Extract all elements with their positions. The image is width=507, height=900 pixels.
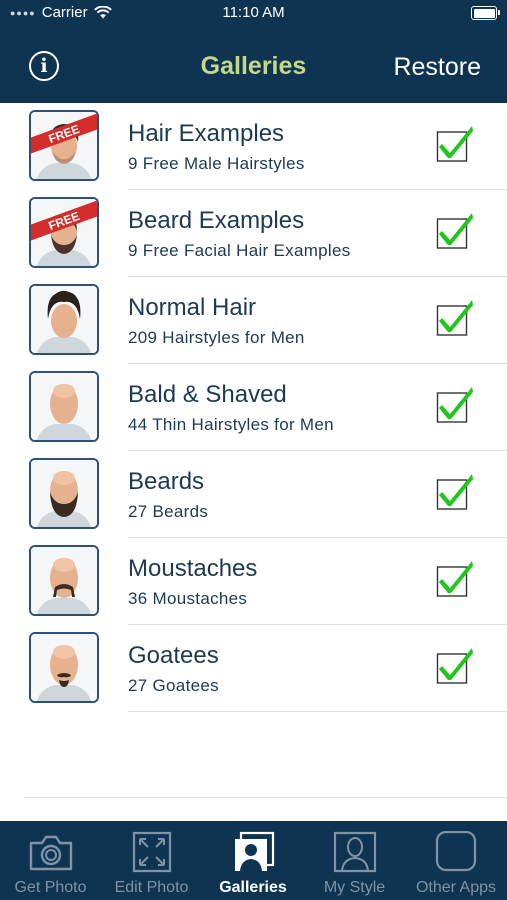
gallery-thumbnail — [29, 632, 99, 703]
tab-label: Galleries — [219, 879, 287, 896]
checkbox-checked-icon[interactable] — [436, 210, 476, 250]
gallery-thumbnail: FREE — [29, 110, 99, 181]
gallery-title: Beards — [128, 468, 205, 495]
checkbox-checked-icon[interactable] — [436, 123, 476, 163]
gallery-subtitle: 27 Beards — [128, 502, 209, 521]
tab-label: Other Apps — [415, 879, 497, 896]
tab-bar: Get Photo Edit Photo Galleries My Style … — [0, 821, 507, 900]
tab-galleries[interactable]: Galleries — [202, 821, 304, 900]
gallery-thumbnail: FREE — [29, 197, 99, 268]
tab-edit-photo[interactable]: Edit Photo — [101, 821, 202, 900]
gallery-row-normal-hair[interactable]: Normal Hair 209 Hairstyles for Men — [0, 277, 507, 364]
restore-button[interactable]: Restore — [393, 53, 481, 82]
gallery-row-goatees[interactable]: Goatees 27 Goatees — [0, 625, 507, 712]
checkbox-checked-icon[interactable] — [436, 471, 476, 511]
camera-icon — [29, 835, 72, 871]
gallery-subtitle: 9 Free Facial Hair Examples — [128, 241, 351, 260]
gallery-thumbnail — [29, 284, 99, 355]
gallery-subtitle: 44 Thin Hairstyles for Men — [128, 415, 334, 434]
checkbox-checked-icon[interactable] — [436, 645, 476, 685]
status-time: 11:10 AM — [222, 4, 285, 21]
gallery-row-bald-shaved[interactable]: Bald & Shaved 44 Thin Hairstyles for Men — [0, 364, 507, 451]
gallery-title: Beard Examples — [128, 207, 305, 234]
checkbox-checked-icon[interactable] — [436, 558, 476, 598]
gallery-subtitle: 36 Moustaches — [128, 589, 248, 608]
gallery-subtitle: 209 Hairstyles for Men — [128, 328, 305, 347]
gallery-thumbnail — [29, 545, 99, 616]
tab-get-photo[interactable]: Get Photo — [0, 821, 101, 900]
gallery-title: Bald & Shaved — [128, 381, 287, 408]
gallery-row-beards[interactable]: Beards 27 Beards — [0, 451, 507, 538]
tab-label: My Style — [323, 879, 386, 896]
navigation-bar: ●●●● Carrier 11:10 AM i Galleries Restor… — [0, 0, 507, 103]
galleries-icon — [235, 831, 275, 871]
gallery-title: Normal Hair — [128, 294, 257, 321]
gallery-title: Goatees — [128, 642, 219, 669]
resize-icon — [132, 831, 171, 873]
tab-other-apps[interactable]: Other Apps — [405, 821, 507, 900]
gallery-row-beard-examples[interactable]: FREE Beard Examples 9 Free Facial Hair E… — [0, 190, 507, 277]
gallery-subtitle: 27 Goatees — [128, 676, 219, 695]
gallery-row-moustaches[interactable]: Moustaches 36 Moustaches — [0, 538, 507, 625]
tab-my-style[interactable]: My Style — [304, 821, 405, 900]
gallery-title: Moustaches — [128, 555, 258, 582]
battery-icon — [471, 6, 500, 20]
status-bar: ●●●● Carrier 11:10 AM — [0, 0, 507, 28]
list-end-divider — [24, 797, 507, 798]
gallery-row-hair-examples[interactable]: FREE Hair Examples 9 Free Male Hairstyle… — [0, 103, 507, 190]
apps-icon — [435, 831, 477, 872]
gallery-thumbnail — [29, 458, 99, 529]
person-icon — [333, 831, 376, 873]
tab-label: Get Photo — [14, 879, 87, 896]
tab-label: Edit Photo — [114, 879, 189, 896]
gallery-list: FREE Hair Examples 9 Free Male Hairstyle… — [0, 103, 507, 712]
gallery-title: Hair Examples — [128, 120, 285, 147]
checkbox-checked-icon[interactable] — [436, 297, 476, 337]
row-divider — [128, 711, 507, 712]
checkbox-checked-icon[interactable] — [436, 384, 476, 424]
gallery-thumbnail — [29, 371, 99, 442]
gallery-subtitle: 9 Free Male Hairstyles — [128, 154, 305, 173]
